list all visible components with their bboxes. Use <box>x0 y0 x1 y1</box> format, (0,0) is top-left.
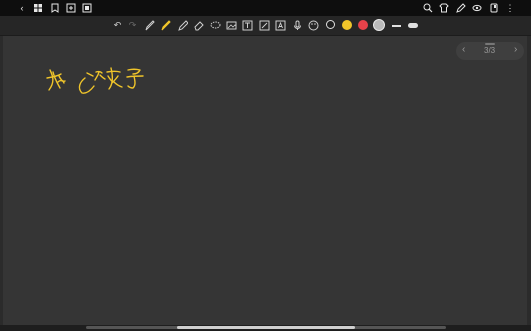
top-app-bar: ‹ ⋮ <box>0 0 531 16</box>
redo-icon[interactable]: ↷ <box>127 20 138 31</box>
color-swatch-red[interactable] <box>358 20 368 30</box>
ocr-icon[interactable] <box>275 20 286 31</box>
bookmark-icon[interactable] <box>50 3 60 13</box>
page-indicator: 3/3 <box>484 46 496 55</box>
apps-grid-icon[interactable] <box>33 3 43 13</box>
mic-icon[interactable] <box>292 20 303 31</box>
color-swatch-black[interactable] <box>326 20 335 29</box>
search-icon[interactable] <box>423 3 433 13</box>
drawing-toolbar: ↶ ↷ <box>0 16 531 36</box>
lasso-icon[interactable] <box>210 20 221 31</box>
palette-icon[interactable] <box>308 20 319 31</box>
color-swatch-gray-selected[interactable] <box>374 20 384 30</box>
page-nav-handle[interactable] <box>485 43 495 45</box>
prev-page-icon[interactable]: ‹ <box>462 44 465 55</box>
eye-icon[interactable] <box>472 3 482 13</box>
more-vert-icon[interactable]: ⋮ <box>505 3 515 13</box>
undo-icon[interactable]: ↶ <box>112 20 123 31</box>
eraser-icon[interactable] <box>193 20 204 31</box>
back-arrow-icon[interactable]: ‹ <box>17 3 27 13</box>
horizontal-scroll-thumb[interactable] <box>177 326 355 329</box>
handwriting-strokes <box>46 67 144 94</box>
image-icon[interactable] <box>226 20 237 31</box>
page-layout-icon[interactable] <box>82 3 92 13</box>
shirt-icon[interactable] <box>439 3 449 13</box>
next-page-icon[interactable]: › <box>514 44 517 55</box>
page-navigation: ‹ 3/3 › <box>456 42 524 60</box>
color-swatch-yellow[interactable] <box>342 20 352 30</box>
pen-icon[interactable] <box>144 20 155 31</box>
pencil-icon[interactable] <box>177 20 188 31</box>
note-canvas[interactable] <box>3 36 527 325</box>
text-box-icon[interactable] <box>242 20 253 31</box>
stroke-thick-icon[interactable] <box>408 23 418 28</box>
pen-sign-icon[interactable] <box>456 3 466 13</box>
highlighter-icon[interactable] <box>160 20 171 31</box>
add-page-icon[interactable] <box>66 3 76 13</box>
document-icon[interactable] <box>489 3 499 13</box>
stroke-thin-icon[interactable] <box>392 25 401 27</box>
shapes-icon[interactable] <box>259 20 270 31</box>
